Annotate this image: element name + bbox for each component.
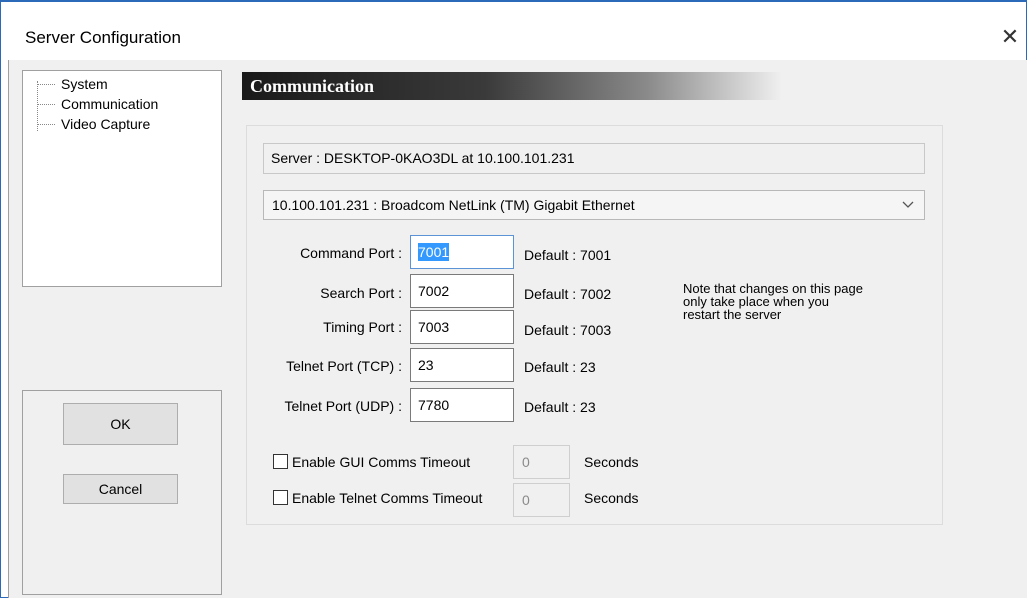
telnet-timeout-input[interactable]: 0	[513, 483, 570, 517]
telnet-timeout-checkbox[interactable]	[273, 490, 288, 505]
tree-item-system[interactable]: System	[23, 73, 110, 93]
gui-timeout-label[interactable]: Enable GUI Comms Timeout	[292, 452, 470, 472]
ok-button[interactable]: OK	[63, 403, 178, 445]
timing-port-default: Default : 7003	[524, 322, 612, 338]
telnet-udp-port-input[interactable]: 7780	[410, 388, 514, 422]
tree-item-video-capture[interactable]: Video Capture	[23, 113, 152, 133]
network-adapter-dropdown[interactable]: 10.100.101.231 : Broadcom NetLink (TM) G…	[263, 190, 925, 220]
command-port-input[interactable]: 7001	[410, 235, 514, 269]
command-port-default: Default : 7001	[524, 247, 612, 263]
restart-note: Note that changes on this page only take…	[683, 282, 923, 321]
server-info-field: Server : DESKTOP-0KAO3DL at 10.100.101.2…	[263, 143, 925, 174]
gui-timeout-unit: Seconds	[584, 454, 639, 470]
chevron-down-icon[interactable]	[902, 197, 914, 212]
window-title: Server Configuration	[25, 28, 181, 47]
gui-timeout-input[interactable]: 0	[513, 445, 570, 479]
telnet-tcp-port-label: Telnet Port (TCP) :	[286, 358, 402, 374]
gui-timeout-checkbox[interactable]	[273, 454, 288, 469]
close-icon[interactable]: ✕	[995, 22, 1025, 52]
search-port-label: Search Port :	[320, 285, 402, 301]
timing-port-input[interactable]: 7003	[410, 310, 514, 344]
section-title: Communication	[250, 76, 375, 96]
cancel-button[interactable]: Cancel	[63, 474, 178, 504]
timing-port-label: Timing Port :	[323, 319, 402, 335]
telnet-tcp-port-default: Default : 23	[524, 359, 596, 375]
command-port-label: Command Port :	[300, 245, 402, 261]
search-port-default: Default : 7002	[524, 286, 612, 302]
note-line-3: restart the server	[683, 307, 782, 322]
telnet-udp-port-label: Telnet Port (UDP) :	[284, 398, 402, 414]
tree-item-communication[interactable]: Communication	[23, 93, 160, 113]
telnet-udp-port-default: Default : 23	[524, 399, 596, 415]
search-port-input[interactable]: 7002	[410, 274, 514, 308]
navigation-tree: System Communication Video Capture	[22, 70, 222, 287]
telnet-tcp-port-input[interactable]: 23	[410, 348, 514, 382]
telnet-timeout-unit: Seconds	[584, 490, 639, 506]
telnet-timeout-label[interactable]: Enable Telnet Comms Timeout	[292, 488, 482, 508]
